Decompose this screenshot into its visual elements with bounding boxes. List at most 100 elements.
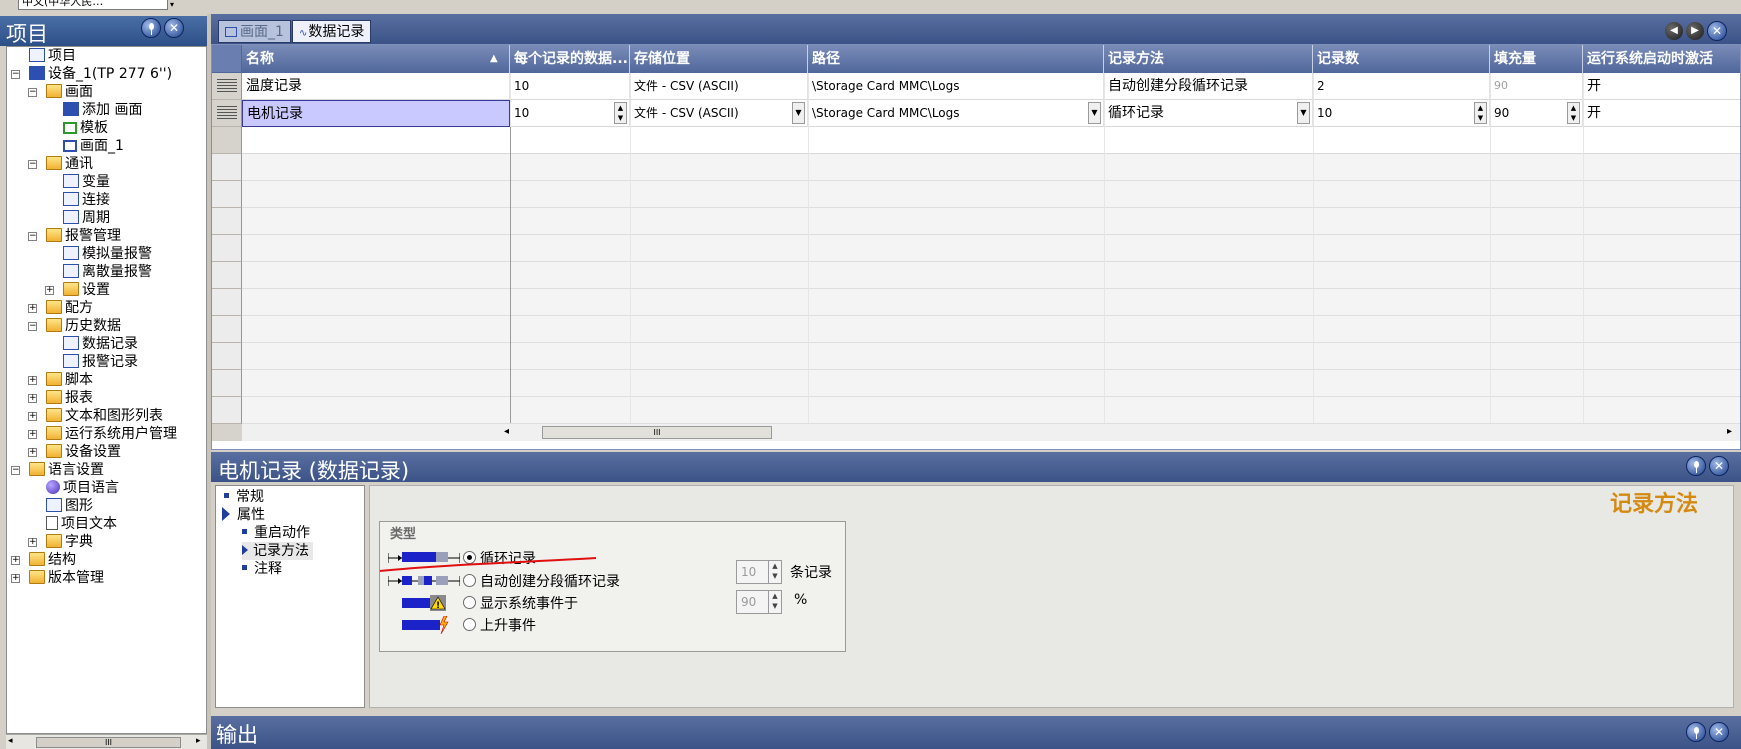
pin-icon[interactable] [1686,722,1706,742]
tree-item[interactable]: 项目文本 [46,515,117,533]
expand-icon[interactable]: + [28,376,37,385]
column-header-name[interactable]: 名称 ▲ [242,45,510,73]
tree-item[interactable]: 报表 [46,389,93,407]
tree-item[interactable]: 脚本 [46,371,93,389]
close-icon[interactable]: ✕ [1709,722,1729,742]
collapse-icon[interactable]: − [28,232,37,241]
collapse-icon[interactable]: − [11,70,20,79]
chevron-down-icon[interactable]: ▾ [170,0,180,10]
expand-icon[interactable]: + [28,448,37,457]
tree-item[interactable]: 图形 [46,497,93,515]
cell-storage[interactable]: 文件 - CSV (ASCII) ▼ [630,100,808,127]
nav-item-general[interactable]: 常规 [224,488,264,506]
expand-icon[interactable]: + [28,412,37,421]
corner-cell[interactable] [212,45,242,73]
nav-item-restart-action[interactable]: 重启动作 [242,524,310,542]
tree-item[interactable]: 通讯 [46,155,93,173]
expand-icon[interactable]: + [28,538,37,547]
cell-activate[interactable]: 开 [1583,100,1740,127]
close-icon[interactable]: ✕ [1709,456,1729,476]
column-header-storage[interactable]: 存储位置 [630,45,808,73]
chevron-down-icon[interactable]: ▼ [1297,102,1310,124]
expand-icon[interactable]: + [28,304,37,313]
cell-fill[interactable]: 90 [1490,73,1583,100]
tree-item[interactable]: 项目语言 [46,479,119,497]
cell-method[interactable]: 自动创建分段循环记录 [1104,73,1313,100]
tree-item[interactable]: 文本和图形列表 [46,407,163,425]
cell-name[interactable]: 温度记录 [242,73,510,100]
chevron-down-icon[interactable]: ▼ [1088,102,1101,124]
tree-item[interactable]: 设备设置 [46,443,121,461]
tree-item[interactable]: 设置 [63,281,110,299]
scroll-thumb[interactable]: III [36,737,181,748]
spinner-icon[interactable]: ▲ ▼ [614,102,627,124]
tree-item[interactable]: 结构 [29,551,76,569]
tree-item[interactable]: 画面 [46,83,93,101]
nav-item-logging-method[interactable]: 记录方法 [242,542,313,560]
tree-item[interactable]: 报警记录 [63,353,138,371]
scroll-left-icon[interactable]: ◂ [504,426,509,437]
prev-tab-icon[interactable]: ◀ [1665,22,1683,40]
tab-screen-1[interactable]: 画面_1 [218,20,291,43]
collapse-icon[interactable]: − [11,466,20,475]
scroll-thumb[interactable]: III [542,426,772,439]
pin-icon[interactable] [1686,456,1706,476]
tree-item[interactable]: 版本管理 [29,569,104,587]
tree-item[interactable]: 添加 画面 [63,101,142,119]
column-header-fill[interactable]: 填充量 [1490,45,1583,73]
table-scrollbar[interactable]: ◂ III ▸ [242,423,1740,441]
pin-icon[interactable] [141,18,161,38]
tree-item[interactable]: 数据记录 [63,335,138,353]
scroll-right-icon[interactable]: ▸ [1727,426,1732,437]
collapse-icon[interactable]: − [28,88,37,97]
radio-system-event[interactable] [463,596,476,609]
nav-item-comment[interactable]: 注释 [242,560,282,578]
column-header-activate[interactable]: 运行系统启动时激活 [1583,45,1740,73]
tree-item[interactable]: 周期 [63,209,110,227]
cell-path[interactable]: \Storage Card MMC\Logs ▼ [808,100,1104,127]
tree-item[interactable]: 历史数据 [46,317,121,335]
project-tree-scrollbar[interactable]: ◂ III ▸ [6,734,207,749]
tree-item[interactable]: 项目 [29,47,76,65]
expand-icon[interactable]: + [28,430,37,439]
column-header-method[interactable]: 记录方法 [1104,45,1313,73]
tree-item[interactable]: 模板 [63,119,108,137]
cell-per-record[interactable]: 10 [510,73,630,100]
expand-icon[interactable]: + [11,574,20,583]
cell-storage[interactable]: 文件 - CSV (ASCII) [630,73,808,100]
expand-icon[interactable]: + [28,394,37,403]
cell-method[interactable]: 循环记录 ▼ [1104,100,1313,127]
expand-icon[interactable]: + [11,556,20,565]
expand-icon[interactable]: + [45,286,54,295]
tree-item[interactable]: 模拟量报警 [63,245,152,263]
scroll-left-icon[interactable]: ◂ [8,736,13,746]
tree-item[interactable]: 报警管理 [46,227,121,245]
column-header-path[interactable]: 路径 [808,45,1104,73]
event-percent-field[interactable]: 90 ▲ ▼ [736,590,782,614]
column-header-per-record[interactable]: 每个记录的数据... [510,45,630,73]
row-selector[interactable] [212,73,242,100]
tree-item[interactable]: 变量 [63,173,110,191]
cell-fill[interactable]: 90 ▲ ▼ [1490,100,1583,127]
spinner-icon[interactable]: ▲ ▼ [1474,102,1487,124]
tree-item[interactable]: 离散量报警 [63,263,152,281]
tree-item[interactable]: 运行系统用户管理 [46,425,177,443]
spinner-icon[interactable]: ▲ ▼ [768,561,781,583]
tab-data-log[interactable]: ∿数据记录 [292,20,372,43]
segment-count-field[interactable]: 10 ▲ ▼ [736,560,782,584]
chevron-down-icon[interactable]: ▼ [792,102,805,124]
collapse-icon[interactable]: − [28,322,37,331]
tree-item[interactable]: 语言设置 [29,461,104,479]
column-header-count[interactable]: 记录数 [1313,45,1490,73]
radio-rising-event[interactable] [463,618,476,631]
spinner-icon[interactable]: ▲ ▼ [768,591,781,613]
cell-name[interactable]: 电机记录 [242,100,510,127]
close-editor-icon[interactable]: ✕ [1707,21,1727,41]
row-selector[interactable] [212,127,242,154]
tree-item[interactable]: 连接 [63,191,110,209]
cell-count[interactable]: 10 ▲ ▼ [1313,100,1490,127]
next-tab-icon[interactable]: ▶ [1686,22,1704,40]
row-selector[interactable] [212,100,242,127]
tree-item[interactable]: 设备_1(TP 277 6'') [29,65,172,83]
language-combo[interactable]: 中文(中华人民… [18,0,168,10]
